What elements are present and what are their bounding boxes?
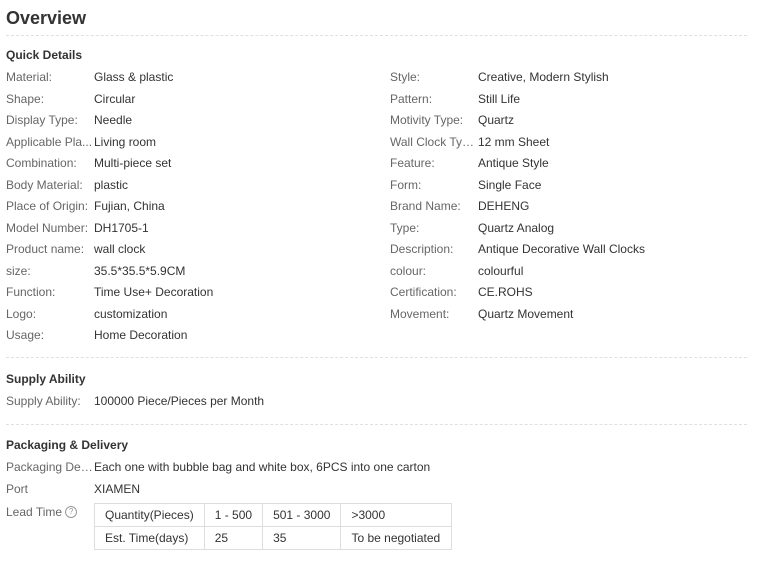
attribute-label: colour: <box>390 264 427 278</box>
attribute-value: Glass & plastic <box>94 70 174 84</box>
table-cell: To be negotiated <box>340 526 453 550</box>
attribute-value: Each one with bubble bag and white box, … <box>94 460 431 474</box>
attribute-label: Movement: <box>390 307 450 321</box>
attribute-row-lead-time: Lead Time? <box>6 504 94 520</box>
table-cell: 1 - 500 <box>203 503 264 527</box>
lead-time-label: Lead Time <box>6 505 63 519</box>
attribute-label: Logo: <box>6 307 37 321</box>
attribute-value: colourful <box>478 264 524 278</box>
table-cell: >3000 <box>340 503 453 527</box>
attribute-value: wall clock <box>94 242 146 256</box>
table-cell: 501 - 3000 <box>262 503 342 527</box>
table-cell: Est. Time(days) <box>94 526 205 550</box>
table-cell: 25 <box>203 526 264 550</box>
attribute-label: Certification: <box>390 285 457 299</box>
attribute-label: size: <box>6 264 31 278</box>
attribute-value: Home Decoration <box>94 328 188 342</box>
attribute-value: customization <box>94 307 168 321</box>
attribute-label: Type: <box>390 221 420 235</box>
table-row: Est. Time(days) 25 35 To be negotiated <box>94 526 453 550</box>
table-cell: Quantity(Pieces) <box>94 503 205 527</box>
page-title: Overview <box>6 8 87 28</box>
attribute-value: Time Use+ Decoration <box>94 285 214 299</box>
section-title-quick-details: Quick Details <box>6 48 83 62</box>
attribute-label: Function: <box>6 285 56 299</box>
attribute-label: Motivity Type: <box>390 113 464 127</box>
table-row: Quantity(Pieces) 1 - 500 501 - 3000 >300… <box>94 503 453 527</box>
lead-time-table: Quantity(Pieces) 1 - 500 501 - 3000 >300… <box>94 503 453 550</box>
attribute-value: Quartz Movement <box>478 307 574 321</box>
attribute-value: Multi-piece set <box>94 156 172 170</box>
attribute-value: Quartz <box>478 113 515 127</box>
attribute-label: Product name: <box>6 242 85 256</box>
attribute-value: Circular <box>94 92 136 106</box>
attribute-label: Feature: <box>390 156 435 170</box>
attribute-label: Display Type: <box>6 113 78 127</box>
attribute-value: plastic <box>94 178 129 192</box>
attribute-value: DH1705-1 <box>94 221 149 235</box>
section-title-supply-ability: Supply Ability <box>6 372 86 386</box>
attribute-label: Applicable Pla... <box>6 135 93 149</box>
attribute-label: Description: <box>390 242 454 256</box>
attribute-value: Still Life <box>478 92 521 106</box>
attribute-value: Living room <box>94 135 157 149</box>
attribute-label: Place of Origin: <box>6 199 89 213</box>
attribute-value: XIAMEN <box>94 482 141 496</box>
divider <box>6 357 747 358</box>
attribute-label: Pattern: <box>390 92 433 106</box>
section-title-packaging-delivery: Packaging & Delivery <box>6 438 129 452</box>
attribute-label: Brand Name: <box>390 199 461 213</box>
attribute-value: Antique Decorative Wall Clocks <box>478 242 645 256</box>
attribute-value: 100000 Piece/Pieces per Month <box>94 394 265 408</box>
attribute-value: Single Face <box>478 178 542 192</box>
attribute-value: 12 mm Sheet <box>478 135 550 149</box>
attribute-label: Combination: <box>6 156 77 170</box>
attribute-label: Form: <box>390 178 422 192</box>
attribute-value: Quartz Analog <box>478 221 555 235</box>
attribute-value: Creative, Modern Stylish <box>478 70 609 84</box>
question-circle-icon[interactable]: ? <box>65 505 78 518</box>
attribute-value: Antique Style <box>478 156 549 170</box>
divider <box>6 424 747 425</box>
attribute-label: Material: <box>6 70 53 84</box>
attribute-label: Body Material: <box>6 178 83 192</box>
attribute-label: Shape: <box>6 92 45 106</box>
attribute-label: Packaging Det... <box>6 460 94 474</box>
divider <box>6 35 747 36</box>
attribute-label: Usage: <box>6 328 45 342</box>
attribute-value: Fujian, China <box>94 199 165 213</box>
attribute-label: Style: <box>390 70 421 84</box>
attribute-value: 35.5*35.5*5.9CM <box>94 264 186 278</box>
table-cell: 35 <box>262 526 342 550</box>
attribute-label: Port <box>6 482 29 496</box>
attribute-value: Needle <box>94 113 133 127</box>
attribute-label: Wall Clock Type: <box>390 135 478 149</box>
attribute-value: CE.ROHS <box>478 285 533 299</box>
attribute-value: DEHENG <box>478 199 530 213</box>
attribute-label: Supply Ability: <box>6 394 81 408</box>
attribute-label: Model Number: <box>6 221 89 235</box>
